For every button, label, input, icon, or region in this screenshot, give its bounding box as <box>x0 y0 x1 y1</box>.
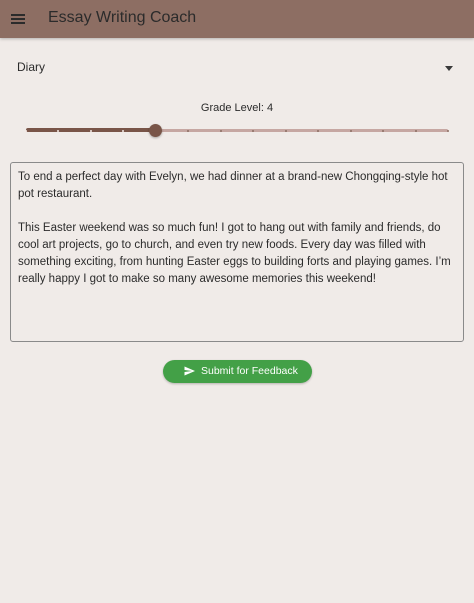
app-bar: Essay Writing Coach <box>0 0 474 38</box>
essay-type-dropdown[interactable]: Diary <box>17 56 457 80</box>
essay-type-value: Diary <box>17 60 46 74</box>
dropdown-arrow-icon <box>445 66 453 71</box>
slider-tick <box>414 130 417 132</box>
menu-icon[interactable] <box>9 9 27 29</box>
submit-button-label: Submit for Feedback <box>201 365 298 377</box>
slider-thumb[interactable] <box>149 124 163 137</box>
essay-text-input[interactable] <box>10 162 464 342</box>
slider-tick <box>349 130 352 132</box>
slider-tick <box>25 130 27 132</box>
submit-feedback-button[interactable]: Submit for Feedback <box>163 360 312 383</box>
grade-level-label: Grade Level: 4 <box>200 102 274 114</box>
slider-tick <box>284 130 287 132</box>
slider-tick <box>219 130 222 132</box>
slider-tick <box>89 130 92 132</box>
send-icon <box>184 366 195 376</box>
grade-level-slider[interactable] <box>25 122 449 140</box>
app-title: Essay Writing Coach <box>48 9 197 26</box>
slider-tick <box>447 130 449 132</box>
